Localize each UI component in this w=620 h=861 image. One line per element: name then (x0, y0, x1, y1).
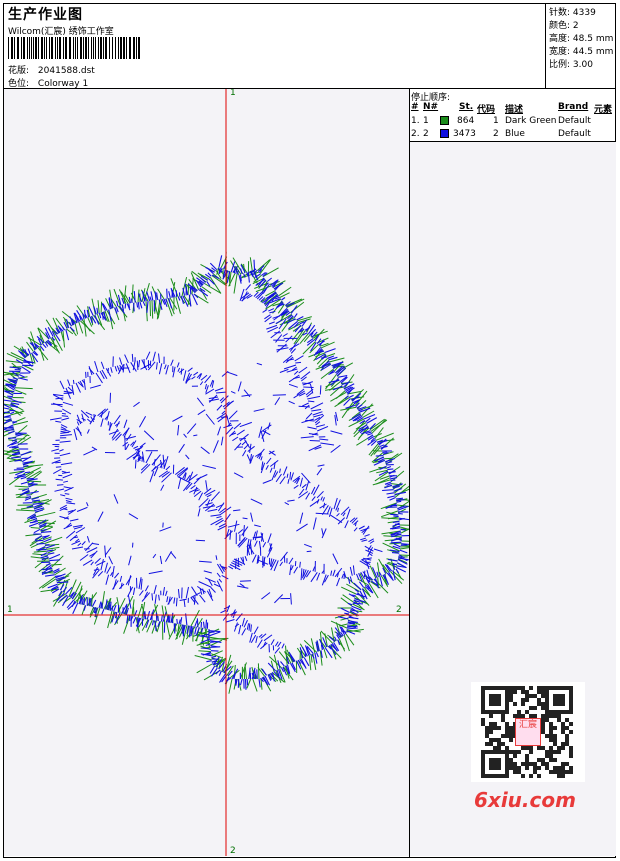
col-index: # (411, 102, 419, 112)
table-divider (409, 141, 616, 142)
col-code: 代码 (477, 105, 496, 115)
stat-colors: 颜色: 2 (549, 21, 579, 31)
col-element: 元素 (594, 105, 613, 115)
col-brand: Brand (558, 102, 589, 112)
axis-marker-right: 2 (396, 605, 402, 615)
stats-divider (545, 3, 546, 89)
seal-stamp: 汇宸 (515, 718, 541, 746)
axis-marker-left: 1 (7, 605, 13, 615)
col-description: 描述 (505, 105, 524, 115)
qr-code-watermark: 汇宸 (471, 682, 585, 782)
design-canvas: 1 2 1 2 (4, 89, 409, 856)
stat-width: 宽度: 44.5 mm (549, 47, 614, 57)
design-file: 2041588.dst (37, 66, 95, 76)
stat-stitches: 针数: 4339 (549, 8, 596, 18)
embroidery-design (4, 89, 409, 856)
color-swatch-green (440, 116, 449, 125)
company-name: Wilcom(汇宸) 绣饰工作室 (8, 27, 114, 37)
design-label: 花版: (8, 66, 30, 76)
color-swatch-blue (440, 129, 449, 138)
axis-marker-top: 1 (230, 89, 236, 98)
watermark-text: 6xiu.com (474, 788, 576, 812)
col-stitches: St. (459, 102, 474, 112)
col-n: N# (423, 102, 439, 112)
page-title: 生产作业图 (8, 7, 83, 23)
axis-marker-bottom: 2 (230, 846, 236, 856)
stat-scale: 比例: 3.00 (549, 60, 593, 70)
barcode (8, 37, 140, 59)
stat-height: 高度: 48.5 mm (549, 34, 614, 44)
